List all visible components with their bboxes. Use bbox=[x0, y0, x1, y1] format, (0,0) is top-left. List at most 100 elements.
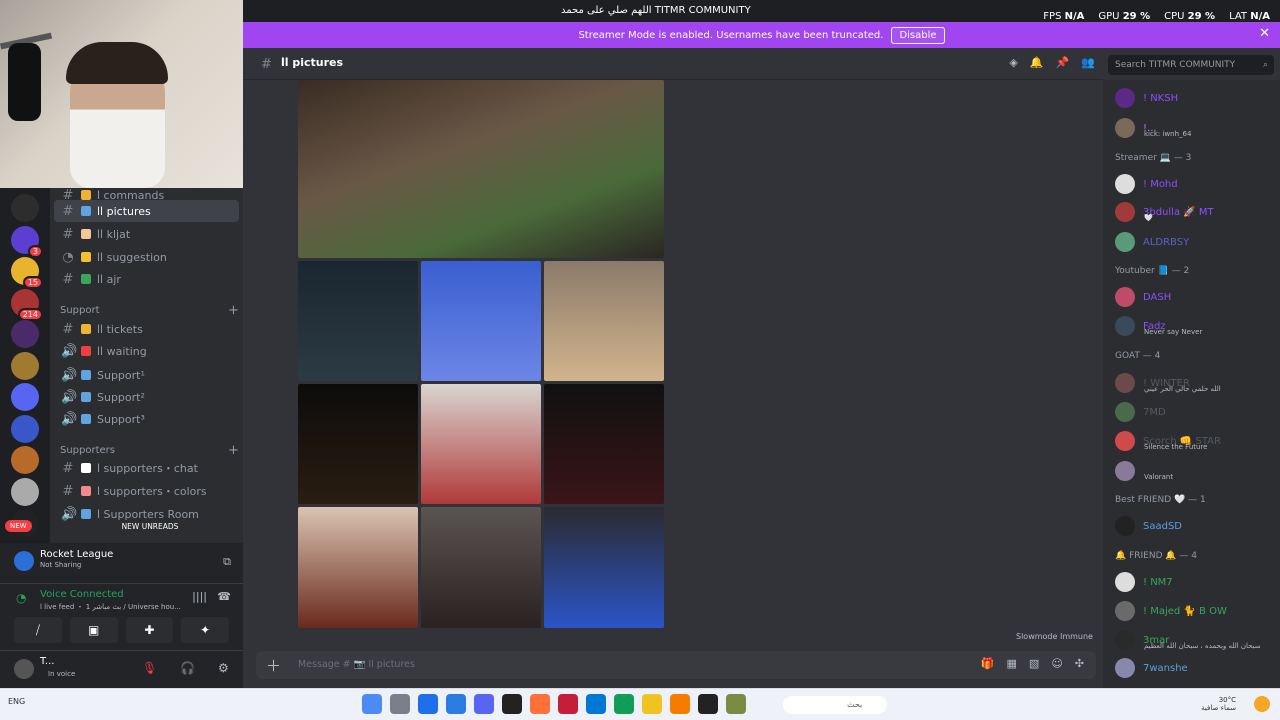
noise-suppression-icon[interactable]: |||| bbox=[192, 590, 207, 603]
member-item[interactable]: !... kick: iwnh_64 bbox=[1115, 118, 1191, 138]
hash-icon: # bbox=[62, 226, 74, 242]
channel-item[interactable]: 🔊 Support³ bbox=[54, 408, 239, 430]
headphones-icon[interactable]: 🎧 bbox=[180, 661, 195, 675]
message-input[interactable]: Message # 📷 اا pictures bbox=[298, 659, 415, 670]
add-channel-icon[interactable]: + bbox=[228, 303, 239, 318]
camera-off-button[interactable]: ⧸ bbox=[14, 617, 62, 643]
disconnect-icon[interactable]: ☎ bbox=[217, 590, 231, 603]
gallery-image[interactable] bbox=[544, 261, 664, 381]
taskbar-app-icon[interactable] bbox=[362, 694, 382, 714]
add-channel-icon[interactable]: + bbox=[228, 443, 239, 458]
taskbar-app-icon[interactable] bbox=[642, 694, 662, 714]
member-item[interactable]: DASH bbox=[1115, 287, 1171, 307]
add-attachment-icon[interactable]: ＋ bbox=[266, 655, 281, 676]
gallery-image[interactable] bbox=[421, 384, 541, 504]
gallery-image[interactable] bbox=[544, 384, 664, 504]
avatar[interactable] bbox=[14, 659, 34, 679]
taskbar-app-icon[interactable] bbox=[530, 694, 550, 714]
server-icon[interactable] bbox=[11, 320, 39, 348]
gallery-image[interactable] bbox=[298, 80, 664, 258]
channel-item[interactable]: 🔊 اا waiting bbox=[54, 340, 239, 362]
message-composer[interactable]: ＋ Message # 📷 اا pictures 🎁 ▦ ▧ ☺ ✣ bbox=[256, 651, 1096, 679]
member-item[interactable]: 7MD bbox=[1115, 402, 1166, 422]
search-input[interactable]: Search TITMR COMMUNITY ⌕ bbox=[1108, 55, 1274, 75]
gif-icon[interactable]: ▦ bbox=[1007, 657, 1017, 670]
pin-icon[interactable]: 📌 bbox=[1056, 56, 1070, 69]
taskbar-app-icon[interactable] bbox=[474, 694, 494, 714]
category-supporters[interactable]: Supporters + bbox=[60, 443, 239, 458]
member-item[interactable]: ! WINTER الله حلمي حالي الحر عيني bbox=[1115, 373, 1221, 393]
taskbar-app-icon[interactable] bbox=[558, 694, 578, 714]
member-item[interactable]: 7wanshe bbox=[1115, 658, 1188, 678]
member-item[interactable]: 3bdulla 🚀 MT 🤍 bbox=[1115, 202, 1214, 222]
server-icon[interactable] bbox=[11, 351, 39, 380]
channel-item[interactable]: # اا kljat bbox=[54, 223, 239, 245]
server-icon[interactable]: 15 bbox=[11, 257, 43, 289]
channel-emoji-icon bbox=[81, 414, 91, 424]
gear-icon[interactable]: ⚙ bbox=[218, 661, 229, 675]
member-item[interactable]: ! Mohd bbox=[1115, 174, 1178, 194]
channel-item[interactable]: # اا ajr bbox=[54, 268, 239, 290]
voice-status[interactable]: Voice Connected bbox=[40, 589, 124, 600]
taskbar-app-icon[interactable] bbox=[390, 694, 410, 714]
notification-icon[interactable]: 🔔 bbox=[1030, 56, 1044, 69]
channel-item[interactable]: 🔊 Support² bbox=[54, 386, 239, 408]
threads-icon[interactable]: ◈ bbox=[1009, 56, 1017, 69]
gallery-image[interactable] bbox=[421, 507, 541, 628]
channel-item[interactable]: 🔊 Support¹ bbox=[54, 364, 239, 386]
server-icon[interactable]: 3 bbox=[11, 225, 43, 258]
new-unreads-pill[interactable]: NEW UNREADS bbox=[113, 520, 187, 534]
soundboard-button[interactable]: ✦ bbox=[181, 617, 229, 643]
server-icon[interactable]: 214 bbox=[11, 288, 43, 321]
signal-icon[interactable]: ◔ bbox=[16, 591, 26, 605]
server-icon[interactable] bbox=[11, 477, 39, 506]
channel-item[interactable]: # اا pictures bbox=[54, 200, 239, 222]
taskbar-app-icon[interactable] bbox=[586, 694, 606, 714]
member-item[interactable]: ALDRBSY bbox=[1115, 232, 1189, 252]
channel-item[interactable]: # اا tickets bbox=[54, 318, 239, 340]
member-item[interactable]: Fadz Never say Never bbox=[1115, 316, 1202, 336]
taskbar-app-icon[interactable] bbox=[698, 694, 718, 714]
member-item[interactable]: ! NM7 bbox=[1115, 572, 1173, 592]
taskbar-app-icon[interactable] bbox=[614, 694, 634, 714]
gallery-image[interactable] bbox=[544, 507, 664, 628]
gallery-image[interactable] bbox=[298, 261, 418, 381]
members-icon[interactable]: 👥 bbox=[1081, 56, 1095, 69]
member-item[interactable]: ! NKSH bbox=[1115, 88, 1178, 108]
taskbar-app-icon[interactable] bbox=[502, 694, 522, 714]
channel-item[interactable]: # ا supporters・colors bbox=[54, 480, 239, 502]
disable-button[interactable]: Disable bbox=[891, 26, 945, 44]
emoji-icon[interactable]: ☺ bbox=[1051, 657, 1062, 670]
taskbar-app-icon[interactable] bbox=[726, 694, 746, 714]
member-item[interactable]: SaadSD bbox=[1115, 516, 1182, 536]
activities-button[interactable]: ✚ bbox=[125, 617, 174, 643]
screen-share-icon[interactable]: ⧉ bbox=[223, 555, 231, 569]
server-icon[interactable] bbox=[11, 414, 39, 443]
taskbar-app-icon[interactable] bbox=[446, 694, 466, 714]
server-icon[interactable] bbox=[11, 194, 39, 222]
member-item[interactable]: Scorch 👊 STAR Silence the Future bbox=[1115, 431, 1221, 451]
taskbar-app-icon[interactable] bbox=[670, 694, 690, 714]
category-support[interactable]: Support + bbox=[60, 303, 239, 318]
gallery-image[interactable] bbox=[298, 384, 418, 504]
language-indicator[interactable]: ENG bbox=[8, 697, 25, 706]
member-item[interactable]: ! Majed 🐈 B OW bbox=[1115, 601, 1227, 621]
sticker-icon[interactable]: ▧ bbox=[1029, 657, 1039, 670]
taskbar-search[interactable]: بحث bbox=[783, 696, 887, 714]
close-icon[interactable]: ✕ bbox=[1259, 26, 1270, 41]
taskbar-app-icon[interactable] bbox=[418, 694, 438, 714]
weather-widget[interactable]: 30°C سماء صافية bbox=[1201, 696, 1236, 712]
gift-icon[interactable]: 🎁 bbox=[981, 657, 995, 670]
apps-icon[interactable]: ✣ bbox=[1075, 657, 1084, 670]
channel-item[interactable]: # ا supporters・chat bbox=[54, 457, 239, 479]
mute-icon[interactable]: 🎙 bbox=[142, 661, 157, 675]
server-icon[interactable] bbox=[11, 383, 39, 411]
screen-share-button[interactable]: ▣ bbox=[69, 617, 118, 643]
gallery-image[interactable] bbox=[421, 261, 541, 381]
voice-channel[interactable]: ا live feed ・ 1 بث مباشر / Universe hou.… bbox=[40, 602, 181, 612]
gallery-image[interactable] bbox=[298, 507, 418, 628]
server-icon[interactable] bbox=[11, 446, 39, 474]
member-item[interactable]: Valorant bbox=[1115, 461, 1173, 481]
channel-item[interactable]: ◔ اا suggestion bbox=[54, 246, 239, 268]
member-item[interactable]: 3mar سبحان الله وبحمده ، سبحان الله العظي… bbox=[1115, 630, 1261, 650]
